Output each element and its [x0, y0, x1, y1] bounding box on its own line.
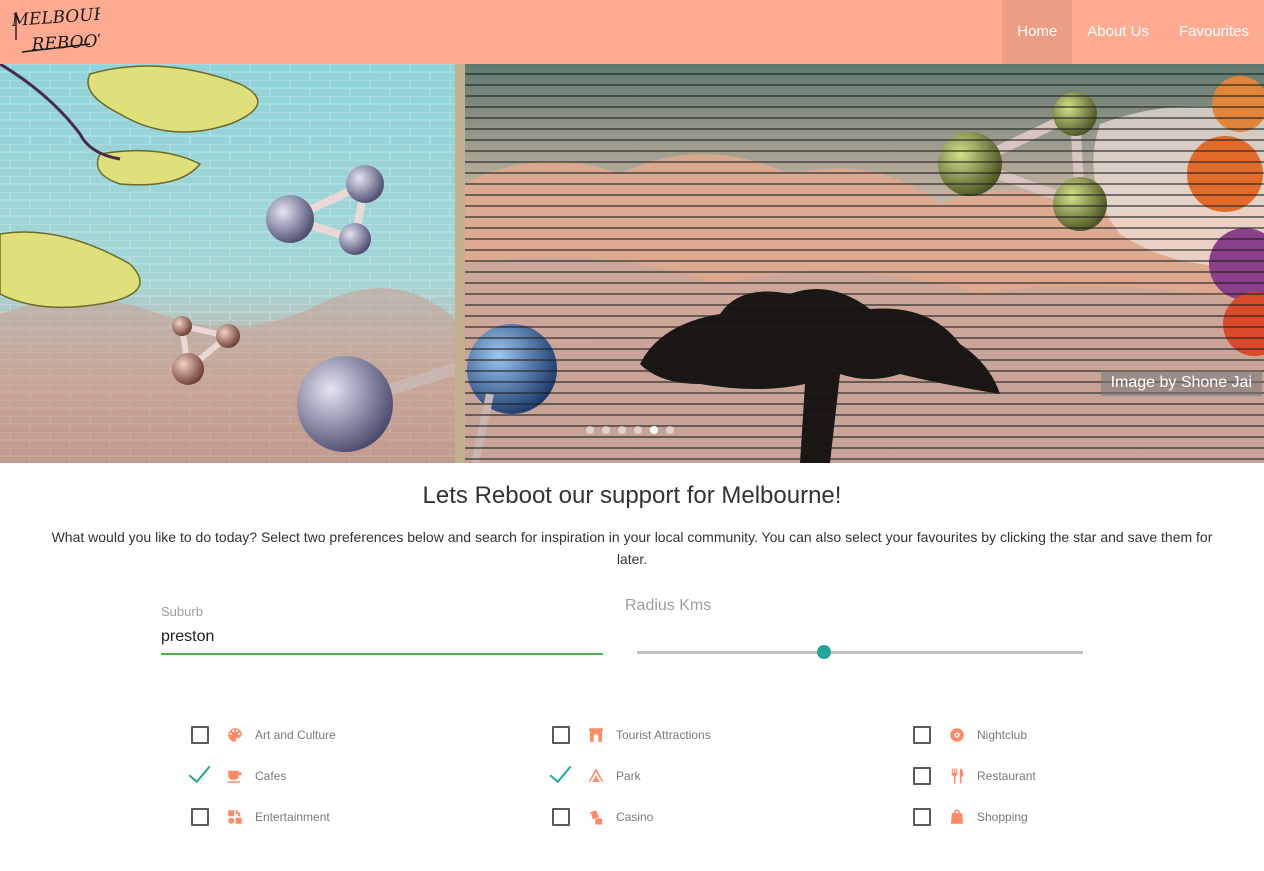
checkbox[interactable]: [191, 726, 209, 744]
pref-label: Nightclub: [977, 728, 1028, 742]
carousel-dot[interactable]: [586, 426, 594, 434]
checkbox[interactable]: [191, 808, 209, 826]
checkbox[interactable]: [913, 767, 931, 785]
pref-label: Shopping: [977, 810, 1028, 824]
svg-text:MELBOURNE: MELBOURNE: [10, 4, 100, 31]
pref-art-and-culture[interactable]: Art and Culture: [191, 724, 336, 746]
pref-label: Casino: [616, 810, 654, 824]
checkbox[interactable]: [552, 808, 570, 826]
checkbox-checked[interactable]: [191, 767, 209, 785]
pref-label: Park: [616, 769, 641, 783]
pref-nightclub[interactable]: Nightclub: [913, 724, 1027, 746]
toys-icon: [226, 808, 244, 826]
checkbox-checked[interactable]: [552, 767, 570, 785]
carousel-dot-active[interactable]: [650, 426, 658, 434]
pref-label: Restaurant: [977, 769, 1036, 783]
carousel-dot[interactable]: [618, 426, 626, 434]
carousel-dot[interactable]: [666, 426, 674, 434]
carousel-dot[interactable]: [602, 426, 610, 434]
pref-tourist-attractions[interactable]: Tourist Attractions: [552, 724, 711, 746]
palette-icon: [226, 726, 244, 744]
nav-favourites[interactable]: Favourites: [1164, 0, 1264, 64]
pref-casino[interactable]: Casino: [552, 806, 653, 828]
tent-icon: [587, 767, 605, 785]
pref-label: Tourist Attractions: [616, 728, 711, 742]
hero-carousel[interactable]: Image by Shone Jai: [0, 64, 1264, 463]
hero-image: [0, 64, 1264, 463]
suburb-label: Suburb: [161, 604, 203, 619]
logo[interactable]: MELBOURNE REBOOT: [10, 2, 135, 58]
nav-home[interactable]: Home: [1002, 0, 1073, 64]
arch-icon: [587, 726, 605, 744]
suburb-input[interactable]: [161, 621, 603, 655]
dice-icon: [587, 808, 605, 826]
slider-thumb[interactable]: [817, 645, 832, 659]
intro-text: What would you like to do today? Select …: [51, 529, 1213, 567]
image-caption: Image by Shone Jai: [1100, 370, 1262, 396]
svg-text:REBOOT: REBOOT: [30, 31, 100, 55]
disc-icon: [948, 726, 966, 744]
pref-park[interactable]: Park: [552, 765, 641, 787]
coffee-cup-icon: [226, 767, 244, 785]
checkbox[interactable]: [913, 808, 931, 826]
nav-about-us[interactable]: About Us: [1072, 0, 1164, 64]
navbar: MELBOURNE REBOOT Home About Us Favourite…: [0, 0, 1264, 64]
pref-restaurant[interactable]: Restaurant: [913, 765, 1036, 787]
pref-shopping[interactable]: Shopping: [913, 806, 1028, 828]
page-title: Lets Reboot our support for Melbourne!: [422, 482, 842, 509]
pref-label: Cafes: [255, 769, 287, 783]
checkbox[interactable]: [552, 726, 570, 744]
carousel-indicators: [586, 426, 674, 434]
pref-label: Art and Culture: [255, 728, 336, 742]
radius-slider[interactable]: [637, 645, 1083, 659]
shopping-bag-icon: [948, 808, 966, 826]
carousel-dot[interactable]: [634, 426, 642, 434]
pref-label: Entertainment: [255, 810, 330, 824]
pref-cafes[interactable]: Cafes: [191, 765, 286, 787]
checkbox[interactable]: [913, 726, 931, 744]
pref-entertainment[interactable]: Entertainment: [191, 806, 330, 828]
logo-icon: MELBOURNE REBOOT: [10, 2, 135, 55]
radius-label: Radius Kms: [625, 597, 712, 614]
fork-knife-icon: [948, 767, 966, 785]
